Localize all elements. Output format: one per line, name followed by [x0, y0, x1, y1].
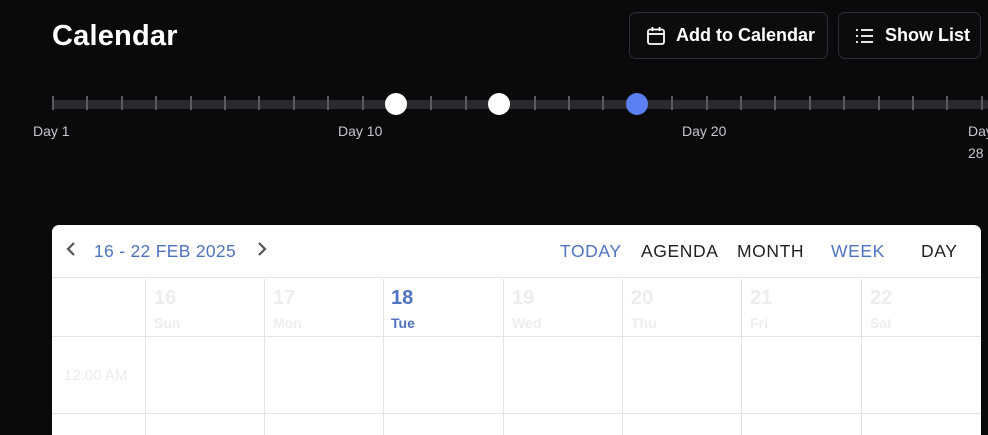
timeline-marker[interactable]	[488, 93, 510, 115]
timeline-tick	[774, 96, 777, 110]
day-column[interactable]	[503, 279, 504, 435]
timeline-tick	[705, 96, 708, 110]
timeline-tick	[361, 96, 364, 110]
timeline-tick	[602, 96, 605, 110]
day-view-button[interactable]: DAY	[921, 241, 957, 262]
timeline-tick	[740, 96, 742, 110]
timeline-tick	[155, 96, 158, 110]
day-number: 20	[631, 287, 654, 309]
day-column[interactable]	[622, 279, 623, 435]
add-to-calendar-button[interactable]: Add to Calendar	[629, 12, 828, 59]
timeline-tick	[86, 96, 89, 110]
show-list-button[interactable]: Show List	[838, 12, 981, 59]
timeline-tick	[877, 96, 880, 110]
month-view-button[interactable]: MONTH	[737, 241, 804, 262]
timeline-tick	[430, 96, 433, 110]
day-name: Mon	[273, 315, 302, 331]
timeline-label-day-10: Day 10	[338, 123, 383, 139]
timeline-tick	[912, 96, 914, 110]
timeline-tick	[224, 96, 226, 110]
add-to-calendar-label: Add to Calendar	[676, 25, 816, 45]
timeline-tick	[568, 96, 570, 110]
grid-divider	[52, 413, 981, 414]
timeline-tick	[258, 96, 261, 110]
timeline-marker-selected[interactable]	[626, 93, 648, 115]
day-number: 17	[273, 287, 296, 309]
timeline-tick	[843, 96, 846, 110]
timeline-tick	[292, 96, 295, 110]
time-slot-label: 12:00 AM	[64, 367, 128, 384]
timeline-tick	[533, 96, 536, 110]
day-column[interactable]	[383, 279, 384, 435]
day-name: Sun	[154, 315, 181, 331]
calendar-toolbar: 16 - 22 FEB 2025 TODAY AGENDA MONTH WEEK…	[52, 225, 981, 278]
day-name-today: Tue	[391, 315, 415, 331]
timeline-tick	[189, 96, 192, 110]
day-number: 21	[750, 287, 773, 309]
calendar-icon	[647, 26, 665, 45]
list-icon	[856, 28, 873, 43]
date-range-label[interactable]: 16 - 22 FEB 2025	[94, 241, 236, 262]
timeline-track[interactable]	[52, 100, 988, 109]
timeline-marker[interactable]	[385, 93, 407, 115]
timeline-label-day-1: Day 1	[33, 123, 70, 139]
timeline-tick	[464, 96, 467, 110]
page-title: Calendar	[52, 20, 178, 52]
day-column[interactable]	[861, 279, 862, 435]
day-column[interactable]	[264, 279, 265, 435]
day-number: 22	[870, 287, 893, 309]
day-number-today: 18	[391, 287, 414, 309]
grid-divider	[52, 336, 981, 337]
timeline-tick	[808, 96, 811, 110]
day-column[interactable]	[741, 279, 742, 435]
agenda-view-button[interactable]: AGENDA	[641, 241, 719, 262]
timeline-tick	[52, 96, 54, 110]
day-column[interactable]	[145, 279, 146, 435]
show-list-label: Show List	[885, 25, 970, 45]
timeline-label-day-28-number: 28	[968, 145, 984, 161]
timeline-tick	[946, 96, 949, 110]
timeline-tick	[327, 96, 330, 110]
week-view-button[interactable]: WEEK	[831, 241, 885, 262]
previous-week-icon[interactable]	[64, 239, 78, 265]
day-name: Sat	[870, 315, 892, 331]
day-name: Wed	[512, 315, 542, 331]
timeline-tick	[120, 96, 123, 110]
day-number: 19	[512, 287, 535, 309]
timeline-tick	[671, 96, 674, 110]
day-name: Fri	[750, 315, 768, 331]
week-calendar: 16 - 22 FEB 2025 TODAY AGENDA MONTH WEEK…	[52, 225, 981, 435]
today-button[interactable]: TODAY	[560, 241, 622, 262]
day-number: 16	[154, 287, 177, 309]
next-week-icon[interactable]	[255, 239, 269, 265]
day-name: Thu	[631, 315, 657, 331]
timeline-label-day-20: Day 20	[682, 123, 727, 139]
timeline-label-day-28: Day	[968, 123, 988, 139]
timeline-tick	[980, 96, 983, 110]
